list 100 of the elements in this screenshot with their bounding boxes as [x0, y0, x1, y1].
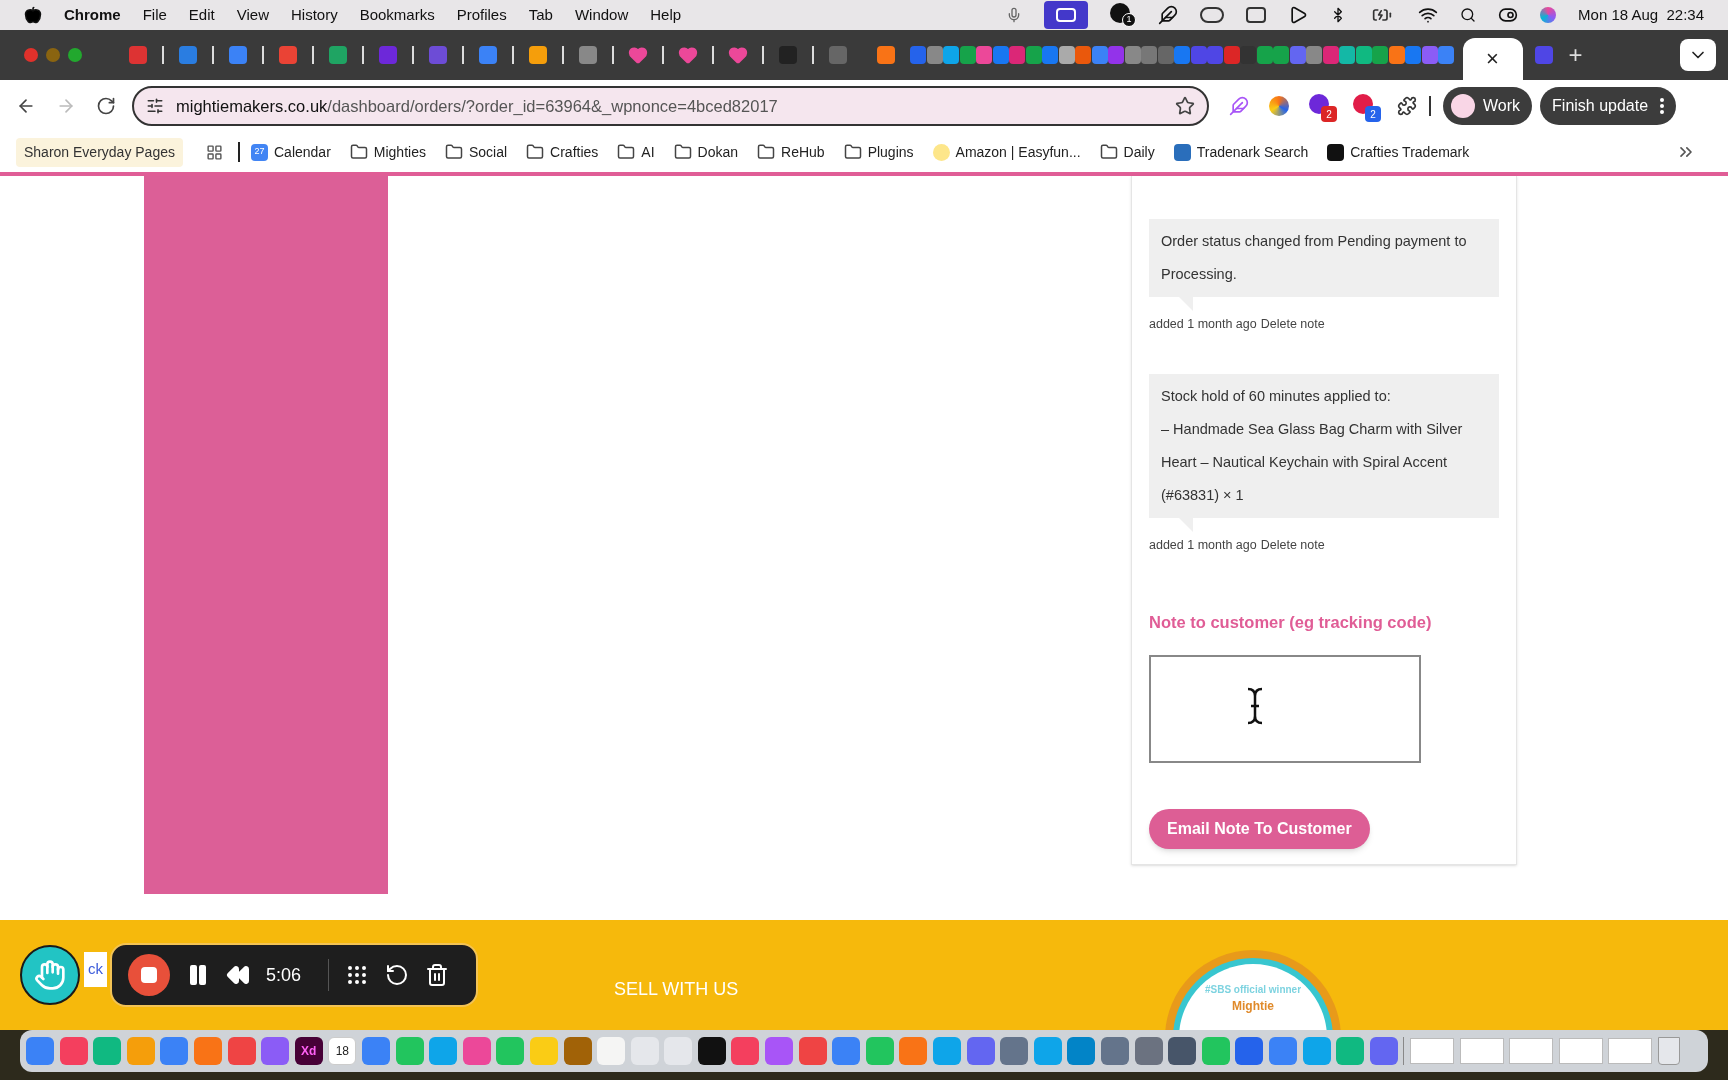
tab-favicon[interactable]	[229, 46, 247, 64]
tab-favicon[interactable]	[628, 45, 648, 65]
menu-item[interactable]: Edit	[188, 3, 215, 27]
profile-button[interactable]: Work	[1443, 87, 1533, 125]
reload-icon[interactable]	[96, 96, 116, 116]
tab-favicon[interactable]	[678, 45, 698, 65]
control-center-icon[interactable]	[1498, 5, 1519, 25]
bookmark-folder[interactable]: Plugins	[867, 141, 914, 163]
tab-favicon[interactable]	[579, 46, 597, 64]
extension-icon[interactable]	[1269, 96, 1289, 116]
extensions-icon[interactable]	[1397, 96, 1417, 116]
tab-favicon[interactable]	[1256, 46, 1273, 64]
tab-favicon[interactable]	[728, 45, 748, 65]
tab-favicon[interactable]	[976, 46, 992, 64]
apple-icon[interactable]	[24, 6, 42, 24]
bookmark-folder[interactable]: ReHub	[781, 141, 825, 163]
footer-link[interactable]: ck	[84, 952, 107, 987]
tab-list-button[interactable]	[1680, 39, 1716, 71]
finish-update-button[interactable]: Finish update	[1540, 87, 1677, 125]
tab-favicon[interactable]	[329, 46, 347, 64]
tab-favicon[interactable]	[959, 46, 976, 64]
tab-favicon[interactable]	[992, 46, 1009, 64]
feather-icon[interactable]	[1158, 5, 1179, 25]
menu-item[interactable]: History	[290, 3, 338, 27]
hand-button[interactable]	[20, 945, 80, 1005]
menu-item[interactable]: View	[236, 3, 269, 27]
url-text[interactable]: mightiemakers.co.uk/dashboard/orders/?order_id=63964&_wpnonce=4bced82017	[176, 93, 778, 119]
menu-item[interactable]: Window	[574, 3, 629, 27]
active-tab[interactable]: ×	[1462, 38, 1523, 80]
tab-favicon[interactable]	[279, 46, 297, 64]
tab-favicon[interactable]	[1058, 46, 1075, 64]
pen-icon[interactable]	[1229, 96, 1249, 116]
tab-favicon[interactable]	[1289, 46, 1306, 64]
tab-favicon[interactable]	[943, 46, 959, 64]
bookmark[interactable]: Calendar	[274, 141, 331, 163]
tab-favicon[interactable]	[1273, 46, 1289, 64]
siri-icon[interactable]	[1540, 7, 1557, 23]
grid-icon[interactable]	[345, 963, 369, 987]
menu-app-name[interactable]: Chrome	[64, 3, 121, 27]
dock-window-thumbnail[interactable]	[1459, 1038, 1504, 1064]
bookmark[interactable]: Sharon Everyday Pages	[16, 137, 183, 167]
dock-window-thumbnail[interactable]	[1409, 1038, 1454, 1064]
dock-window-thumbnail[interactable]	[1608, 1038, 1653, 1064]
tab-favicon[interactable]	[1009, 46, 1025, 64]
bookmark[interactable]: Crafties Trademark	[1350, 141, 1470, 163]
tab-favicon[interactable]	[1075, 46, 1091, 64]
menu-item[interactable]: Profiles	[456, 3, 507, 27]
tab-favicon[interactable]	[1372, 46, 1388, 64]
tab-favicon[interactable]	[1405, 46, 1421, 64]
tab-favicon[interactable]	[529, 46, 547, 64]
tab-favicon[interactable]	[1042, 46, 1058, 64]
tab-favicon[interactable]	[1124, 46, 1141, 64]
note-textarea[interactable]	[1149, 655, 1421, 764]
bookmark-folder[interactable]: Daily	[1123, 141, 1155, 163]
tab-favicon[interactable]	[926, 46, 943, 64]
window-icon[interactable]	[1246, 7, 1267, 23]
bookmark-folder[interactable]: Dokan	[697, 141, 739, 163]
play-icon[interactable]	[1288, 5, 1309, 25]
delete-note-link[interactable]: Delete note	[1260, 535, 1325, 555]
bookmark-folder[interactable]: Crafties	[550, 141, 599, 163]
search-icon[interactable]	[1460, 7, 1477, 23]
menu-item[interactable]: Tab	[528, 3, 553, 27]
maximize-window-icon[interactable]	[68, 48, 82, 62]
tab-favicon[interactable]	[1306, 46, 1322, 64]
tab-favicon[interactable]	[877, 46, 895, 64]
wifi-icon[interactable]	[1418, 5, 1439, 25]
close-window-icon[interactable]	[24, 48, 38, 62]
tab-favicon[interactable]	[1388, 46, 1405, 64]
delete-note-link[interactable]: Delete note	[1260, 315, 1325, 334]
dock-window-thumbnail[interactable]	[1558, 1038, 1603, 1064]
tab-favicon[interactable]	[129, 46, 147, 64]
tab-favicon[interactable]	[1339, 46, 1355, 64]
dock-icon[interactable]	[697, 1037, 726, 1065]
bookmark-folder[interactable]: Social	[468, 141, 508, 163]
dock-window-thumbnail[interactable]	[1509, 1038, 1554, 1064]
tab-favicon[interactable]	[1438, 46, 1454, 64]
stop-button[interactable]	[128, 954, 170, 996]
menu-item[interactable]: Bookmarks	[359, 3, 435, 27]
menu-item[interactable]: File	[142, 3, 167, 27]
menu-item[interactable]: Help	[650, 3, 682, 27]
bookmark[interactable]: Tradenark Search	[1196, 141, 1309, 163]
screen-share-icon[interactable]	[1044, 1, 1089, 29]
dock-icon[interactable]: 18	[328, 1037, 357, 1065]
site-settings-icon[interactable]	[146, 97, 164, 115]
bookmark-star-icon[interactable]	[1175, 96, 1195, 116]
rewind-icon[interactable]	[226, 963, 250, 987]
menu-clock[interactable]: Mon 18 Aug 22:34	[1578, 3, 1704, 27]
restart-icon[interactable]	[385, 963, 409, 987]
dock-icon[interactable]: Xd	[294, 1037, 323, 1065]
new-tab-button[interactable]: +	[1568, 43, 1583, 67]
tab-favicon[interactable]	[179, 46, 197, 64]
delete-icon[interactable]	[425, 963, 449, 987]
tab-favicon[interactable]	[1355, 46, 1372, 64]
bookmark-folder[interactable]: AI	[641, 141, 655, 163]
minimize-window-icon[interactable]	[46, 48, 60, 62]
tab-favicon[interactable]	[1223, 46, 1240, 64]
tab-favicon[interactable]	[1421, 46, 1438, 64]
trash-icon[interactable]	[1657, 1037, 1680, 1065]
apps-icon[interactable]	[206, 143, 223, 161]
tab-favicon[interactable]	[1174, 46, 1190, 64]
